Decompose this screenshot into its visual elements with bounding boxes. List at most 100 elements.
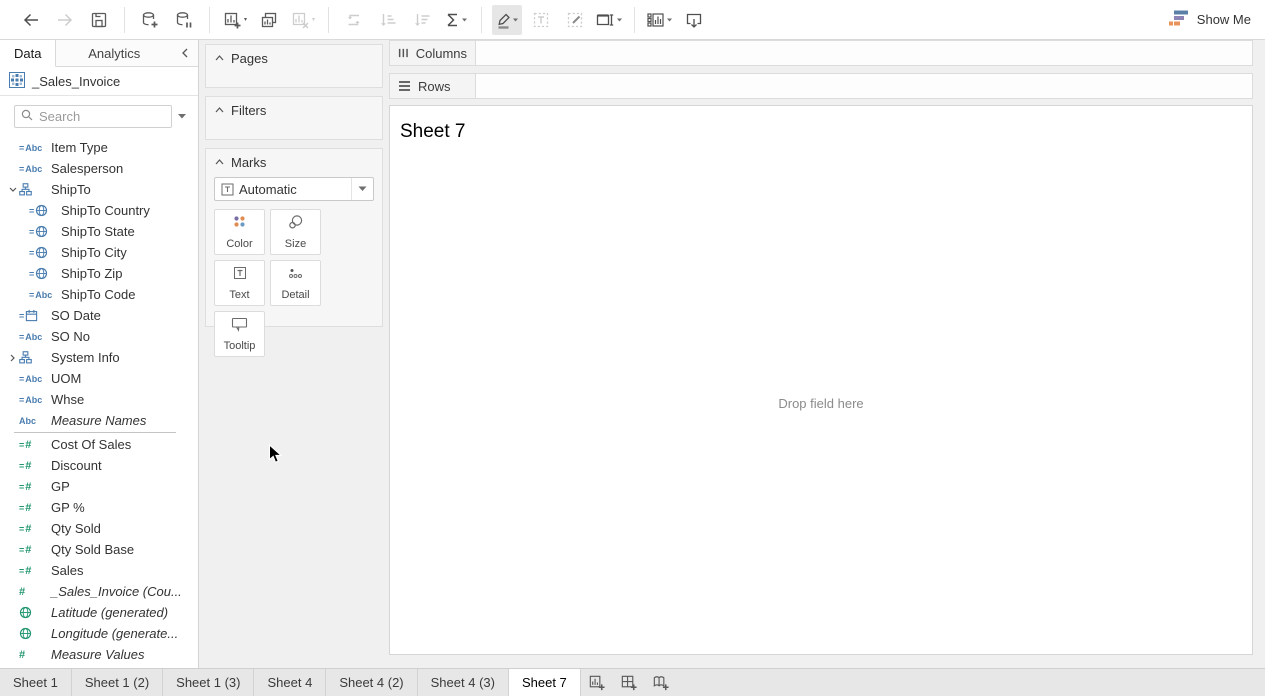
field-measure-names[interactable]: AbcMeasure Names xyxy=(0,410,198,431)
datasource-item[interactable]: _Sales_Invoice xyxy=(0,67,198,96)
hash-icon: =# xyxy=(19,544,51,556)
format-annotation-icon[interactable] xyxy=(560,5,590,35)
new-data-source-icon[interactable] xyxy=(135,5,165,35)
rows-shelf-dropzone[interactable] xyxy=(476,74,1252,98)
sheet-canvas[interactable]: Sheet 7 Drop field here xyxy=(389,105,1253,655)
totals-icon[interactable] xyxy=(441,5,471,35)
color-button[interactable]: Color xyxy=(214,209,265,255)
tab-data[interactable]: Data xyxy=(0,40,56,67)
calendar-icon: = xyxy=(19,309,51,322)
color-icon xyxy=(231,214,248,235)
field-shipto[interactable]: ShipTo xyxy=(0,179,198,200)
field-shipto-country[interactable]: =ShipTo Country xyxy=(0,200,198,221)
back-icon[interactable] xyxy=(16,5,46,35)
field-shipto-zip[interactable]: =ShipTo Zip xyxy=(0,263,198,284)
field-shipto-code[interactable]: =AbcShipTo Code xyxy=(0,284,198,305)
presentation-mode-icon[interactable] xyxy=(679,5,709,35)
sheet-tab-sheet-4[interactable]: Sheet 4 xyxy=(254,669,326,696)
mark-type-dropdown[interactable]: Automatic xyxy=(214,177,374,201)
field-discount[interactable]: =#Discount xyxy=(0,455,198,476)
sort-ascending-icon[interactable] xyxy=(373,5,403,35)
search-options-icon[interactable] xyxy=(172,114,192,119)
size-icon xyxy=(287,214,304,235)
field-so-date[interactable]: =SO Date xyxy=(0,305,198,326)
search-field[interactable] xyxy=(14,105,172,128)
new-worksheet-icon[interactable] xyxy=(581,669,613,696)
columns-shelf[interactable]: Columns xyxy=(389,40,1253,66)
marks-card-header[interactable]: Marks xyxy=(206,149,382,175)
columns-shelf-dropzone[interactable] xyxy=(476,41,1252,65)
show-me-button[interactable]: Show Me xyxy=(1169,10,1251,30)
text-button[interactable]: Text xyxy=(214,260,265,306)
abc-icon: Abc xyxy=(19,416,51,426)
rows-shelf[interactable]: Rows xyxy=(389,73,1253,99)
abc-icon: =Abc xyxy=(19,143,51,153)
expander-down-icon[interactable] xyxy=(6,187,19,192)
field-label: Salesperson xyxy=(51,161,123,176)
expander-right-icon[interactable] xyxy=(6,354,19,362)
tab-analytics[interactable]: Analytics xyxy=(56,40,172,66)
new-story-icon[interactable] xyxy=(645,669,677,696)
sheet-tab-sheet-4-3[interactable]: Sheet 4 (3) xyxy=(418,669,509,696)
filters-card-header[interactable]: Filters xyxy=(206,97,382,123)
sheet-tab-sheet-7[interactable]: Sheet 7 xyxy=(509,669,581,696)
show-mark-labels-icon[interactable] xyxy=(526,5,556,35)
field-label: GP xyxy=(51,479,70,494)
datasource-icon xyxy=(9,72,25,91)
field-cost-of-sales[interactable]: =#Cost Of Sales xyxy=(0,434,198,455)
search-input[interactable] xyxy=(39,109,165,124)
field-uom[interactable]: =AbcUOM xyxy=(0,368,198,389)
field-sales-invoice-cou[interactable]: #_Sales_Invoice (Cou... xyxy=(0,581,198,602)
mark-type-value: Automatic xyxy=(239,182,351,197)
tooltip-button[interactable]: Tooltip xyxy=(214,311,265,357)
field-gp[interactable]: =#GP % xyxy=(0,497,198,518)
duplicate-sheet-icon[interactable] xyxy=(254,5,284,35)
field-label: SO Date xyxy=(51,308,101,323)
sheet-tab-sheet-1[interactable]: Sheet 1 xyxy=(0,669,72,696)
field-label: ShipTo State xyxy=(61,224,135,239)
hash-icon: # xyxy=(19,586,51,598)
highlight-icon[interactable] xyxy=(492,5,522,35)
sort-descending-icon[interactable] xyxy=(407,5,437,35)
forward-icon[interactable] xyxy=(50,5,80,35)
field-label: ShipTo Country xyxy=(61,203,150,218)
marks-buttons: ColorSizeTextDetailTooltip xyxy=(206,209,382,357)
pause-auto-updates-icon[interactable] xyxy=(169,5,199,35)
field-system-info[interactable]: System Info xyxy=(0,347,198,368)
field-item-type[interactable]: =AbcItem Type xyxy=(0,137,198,158)
save-icon[interactable] xyxy=(84,5,114,35)
rows-shelf-text: Rows xyxy=(418,79,451,94)
size-button[interactable]: Size xyxy=(270,209,321,255)
pages-card-header[interactable]: Pages xyxy=(206,45,382,71)
show-hide-cards-icon[interactable] xyxy=(645,5,675,35)
field-qty-sold[interactable]: =#Qty Sold xyxy=(0,518,198,539)
hash-icon: # xyxy=(19,649,51,661)
tooltip-icon xyxy=(230,316,249,337)
pages-card: Pages xyxy=(205,44,383,88)
field-qty-sold-base[interactable]: =#Qty Sold Base xyxy=(0,539,198,560)
field-longitude-generate[interactable]: Longitude (generate... xyxy=(0,623,198,644)
field-measure-values[interactable]: #Measure Values xyxy=(0,644,198,665)
field-shipto-state[interactable]: =ShipTo State xyxy=(0,221,198,242)
field-gp[interactable]: =#GP xyxy=(0,476,198,497)
sheet-tab-sheet-1-2[interactable]: Sheet 1 (2) xyxy=(72,669,163,696)
swap-rows-columns-icon[interactable] xyxy=(339,5,369,35)
sheet-title[interactable]: Sheet 7 xyxy=(400,121,466,143)
field-salesperson[interactable]: =AbcSalesperson xyxy=(0,158,198,179)
hash-icon: =# xyxy=(19,565,51,577)
datasource-name: _Sales_Invoice xyxy=(32,74,120,89)
new-worksheet-icon[interactable] xyxy=(220,5,250,35)
clear-sheet-icon[interactable] xyxy=(288,5,318,35)
hierarchy-icon xyxy=(19,351,51,364)
field-sales[interactable]: =#Sales xyxy=(0,560,198,581)
field-whse[interactable]: =AbcWhse xyxy=(0,389,198,410)
field-shipto-city[interactable]: =ShipTo City xyxy=(0,242,198,263)
field-latitude-generated[interactable]: Latitude (generated) xyxy=(0,602,198,623)
sheet-tab-sheet-1-3[interactable]: Sheet 1 (3) xyxy=(163,669,254,696)
fit-selector-icon[interactable] xyxy=(594,5,624,35)
sheet-tab-sheet-4-2[interactable]: Sheet 4 (2) xyxy=(326,669,417,696)
detail-button[interactable]: Detail xyxy=(270,260,321,306)
collapse-pane-icon[interactable] xyxy=(172,40,198,66)
field-so-no[interactable]: =AbcSO No xyxy=(0,326,198,347)
new-dashboard-icon[interactable] xyxy=(613,669,645,696)
